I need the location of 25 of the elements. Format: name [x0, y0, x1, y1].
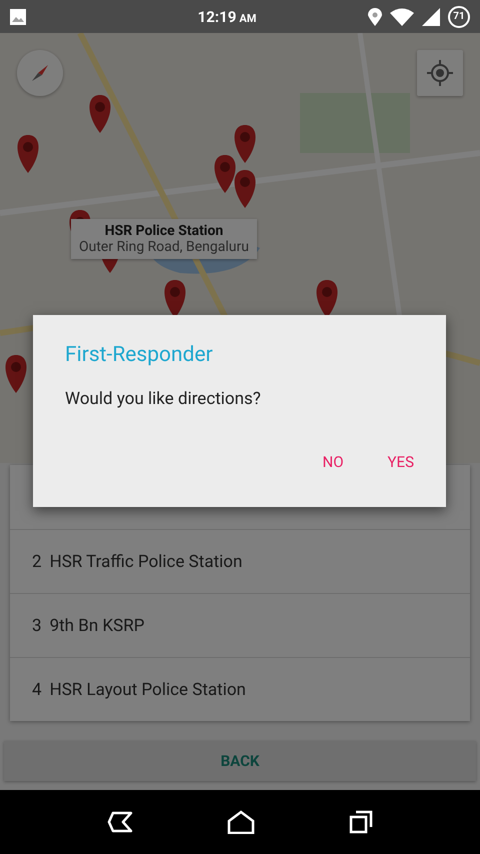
- station-number[interactable]: 2: [32, 552, 42, 572]
- dialog-title: First-Responder: [65, 343, 214, 367]
- compass-icon: [30, 63, 50, 83]
- dialog-message: Would you like directions?: [65, 389, 262, 409]
- dialog-button[interactable]: NO: [310, 445, 356, 479]
- dialog-button[interactable]: YES: [376, 445, 426, 479]
- station-name[interactable]: HSR Layout Police Station: [50, 680, 246, 700]
- station-name[interactable]: HSR Traffic Police Station: [50, 552, 242, 572]
- info-title: HSR Police Station: [104, 223, 224, 239]
- location-icon: [368, 8, 382, 26]
- battery-level: 71: [448, 6, 470, 28]
- station-number[interactable]: 4: [32, 680, 42, 700]
- signal-icon: [422, 8, 440, 26]
- home-icon[interactable]: [227, 810, 255, 834]
- clock-time: 12:19: [198, 8, 236, 26]
- clock-meridiem: AM: [239, 12, 256, 24]
- info-address: Outer Ring Road, Bengaluru: [79, 239, 249, 255]
- station-name[interactable]: 9th Bn KSRP: [50, 616, 144, 636]
- image-icon: [10, 8, 26, 24]
- back-nav-icon[interactable]: [107, 811, 133, 833]
- my-location-icon: [427, 60, 453, 86]
- recents-icon[interactable]: [349, 810, 373, 834]
- my-location-button[interactable]: [417, 50, 463, 96]
- station-number[interactable]: 3: [32, 616, 42, 636]
- wifi-icon: [390, 8, 414, 26]
